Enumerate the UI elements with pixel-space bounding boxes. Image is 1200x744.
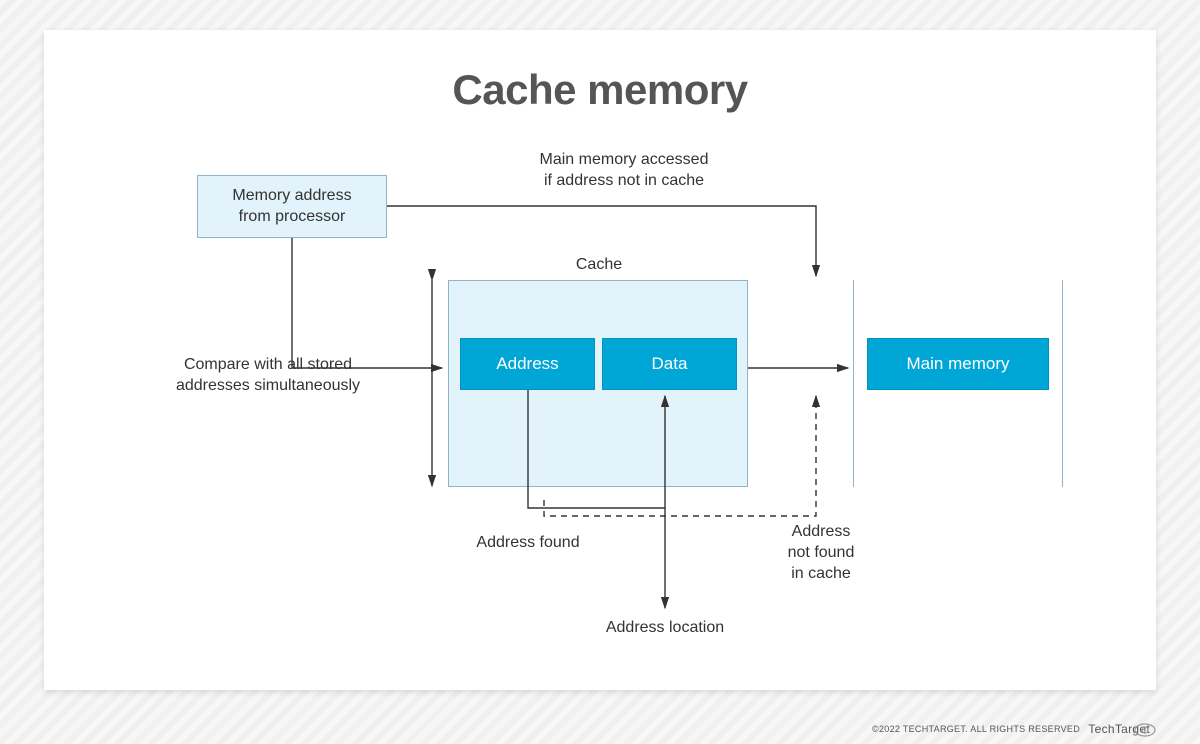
memory-address-box: Memory address from processor xyxy=(197,175,387,238)
arrow-compare-into-cache xyxy=(292,238,442,368)
address-box-label: Address xyxy=(496,354,558,374)
address-not-found-label: Address not found in cache xyxy=(766,522,876,584)
main-memory-label: Main memory xyxy=(907,354,1010,374)
diagram-title: Cache memory xyxy=(44,66,1156,114)
memory-address-label: Memory address from processor xyxy=(232,186,351,228)
cache-label: Cache xyxy=(564,255,634,276)
data-box: Data xyxy=(602,338,737,390)
address-found-label: Address found xyxy=(463,533,593,554)
main-memory-box: Main memory xyxy=(867,338,1049,390)
address-box: Address xyxy=(460,338,595,390)
diagram-canvas: Cache memory Memory address from process… xyxy=(44,30,1156,690)
address-location-label: Address location xyxy=(595,618,735,639)
data-box-label: Data xyxy=(652,354,688,374)
copyright-text: ©2022 TECHTARGET. ALL RIGHTS RESERVED xyxy=(872,724,1080,734)
techtarget-eye-icon xyxy=(1134,722,1156,738)
compare-label: Compare with all stored addresses simult… xyxy=(153,355,383,397)
main-memory-accessed-label: Main memory accessed if address not in c… xyxy=(494,150,754,192)
